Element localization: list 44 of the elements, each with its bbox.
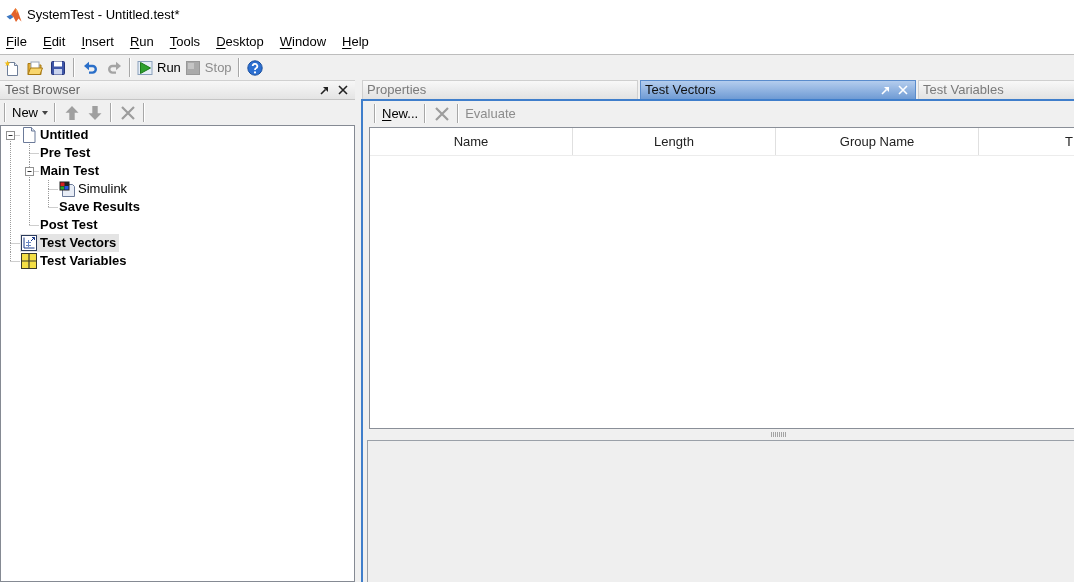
new-button[interactable]: New [10,101,50,124]
tree-item[interactable]: Test Variables [20,252,130,270]
new-button[interactable]: New... [380,102,421,125]
menu-item[interactable]: Edit [42,33,66,50]
tab[interactable]: Test Variables [918,80,1074,99]
save-icon[interactable] [49,59,66,76]
run-button[interactable]: Run [135,56,183,79]
collapse-icon[interactable] [25,167,34,176]
tree-item[interactable]: Untitled [20,126,92,144]
model-block-icon [59,181,75,197]
tab[interactable]: Properties [362,80,638,99]
undock-icon[interactable] [320,85,329,95]
help-icon[interactable] [247,59,264,76]
tree-item[interactable]: Pre Test [39,144,94,162]
chart-icon [21,235,37,251]
menu-item[interactable]: File [6,33,27,50]
column-header[interactable]: Length [573,128,776,155]
column-header[interactable]: T [979,128,1074,155]
play-icon [137,59,153,76]
tree-item[interactable]: Test Vectors [20,234,120,252]
menu-item[interactable]: Help [342,33,369,50]
column-header[interactable]: Group Name [776,128,979,155]
menu-item[interactable]: Desktop [216,33,264,50]
menu-item[interactable]: Window [279,33,327,50]
tree-item[interactable]: Main Test [39,162,102,180]
new-file-icon[interactable] [3,59,20,76]
stop-icon [184,59,201,76]
tree-item[interactable]: Post Test [39,216,101,234]
collapse-icon[interactable] [6,131,15,140]
panel-title: Test Browser [5,82,81,98]
caret-icon [42,110,48,115]
undo-icon[interactable] [82,59,99,76]
folder-icon[interactable] [26,59,43,76]
grid-icon [21,253,37,269]
menu-item[interactable]: Tools [169,33,201,50]
column-header[interactable]: Name [370,128,573,155]
menu-item[interactable]: Run [129,33,154,50]
menu-item[interactable]: Insert [81,33,114,50]
app-logo-icon [6,6,22,23]
tree-item[interactable]: Simulink [58,180,131,198]
close-icon[interactable] [338,85,348,95]
tree-item[interactable]: Save Results [58,198,143,216]
window-title: SystemTest - Untitled.test* [27,6,180,23]
splitter-grip-icon[interactable] [770,432,787,437]
